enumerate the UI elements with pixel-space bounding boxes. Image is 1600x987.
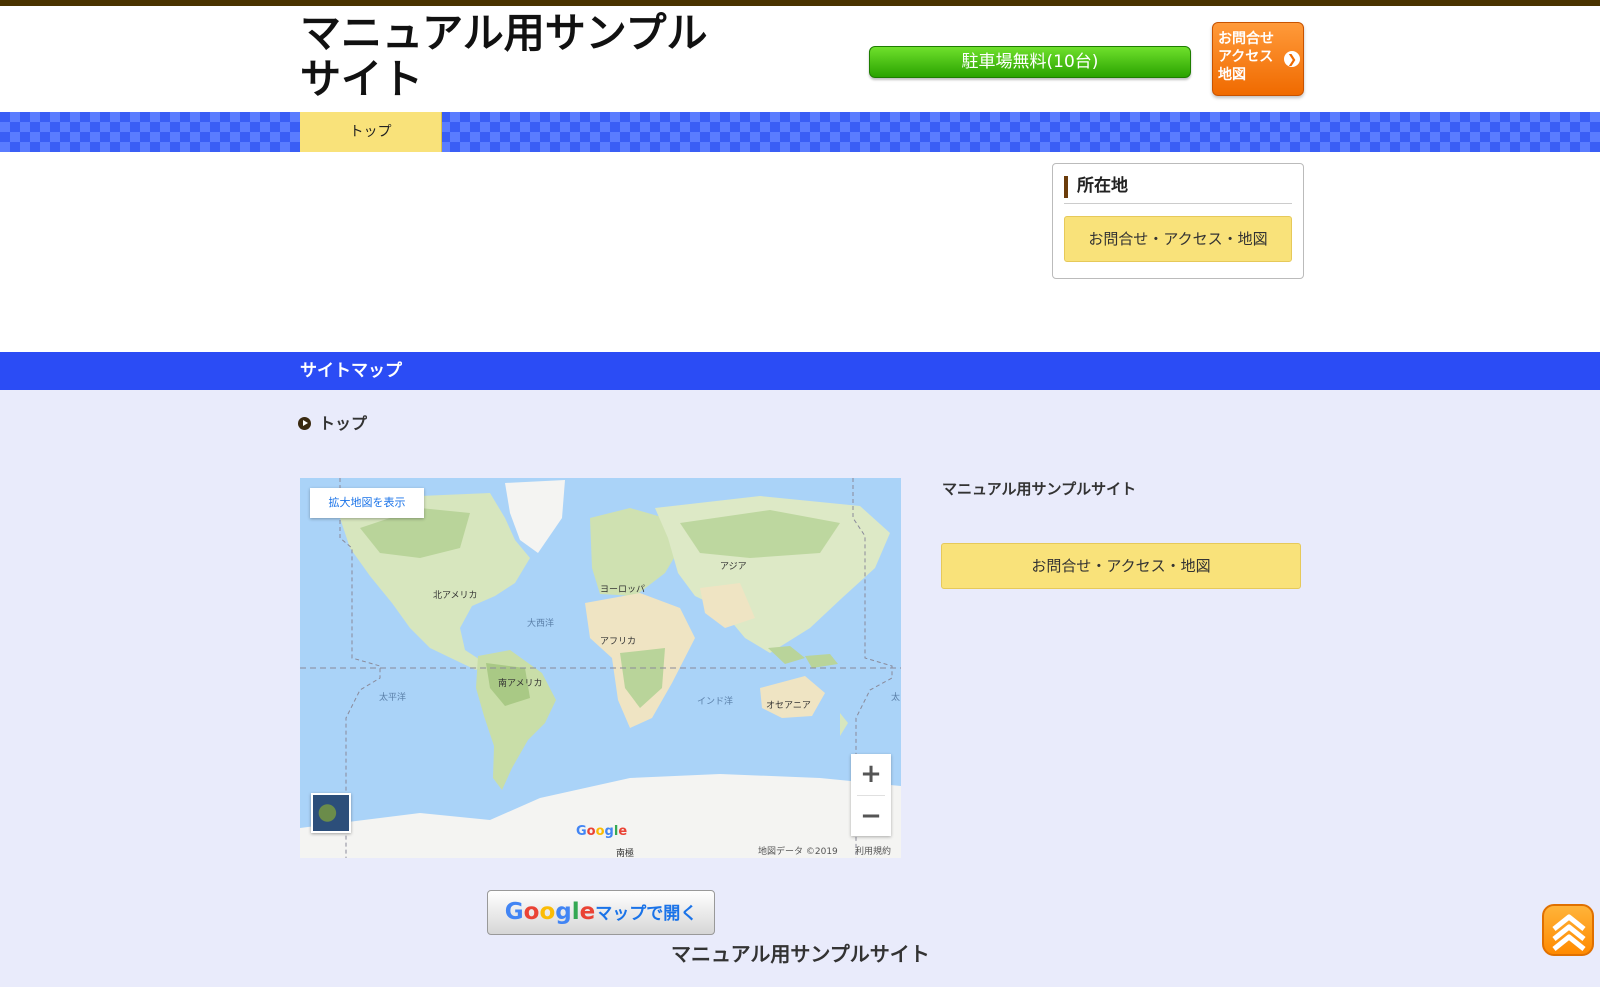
footer-site-name: マニュアル用サンプルサイト [942,480,1137,498]
top-border [0,0,1600,6]
world-map-graphic [300,478,901,858]
map-label-indian: インド洋 [697,697,734,707]
google-logo-text: Google [576,824,628,839]
map-label-africa: アフリカ [600,637,637,647]
map-label-south-america: 南アメリカ [498,679,543,689]
sitemap-title: サイトマップ [300,361,402,381]
sidebar-contact-link[interactable]: お問合せ・アクセス・地図 [1064,216,1292,262]
map-label-pacific-edge: 太 [891,693,901,703]
zoom-out-button[interactable]: − [851,796,891,836]
map-label-north-america: 北アメリカ [433,591,478,601]
page-top-button[interactable] [1542,904,1594,956]
map-label-atlantic: 大西洋 [527,619,555,629]
map-terms-link[interactable]: 利用規約 [855,844,891,857]
contact-line-1: お問合せ [1218,31,1274,47]
sidebar-location-box: 所在地 お問合せ・アクセス・地図 [1052,163,1304,279]
chevron-right-icon: ❯ [1284,51,1300,67]
heading-accent-bar [1064,176,1068,198]
open-google-maps-button[interactable]: Googleマップで開く [487,890,715,935]
google-map[interactable]: 北アメリカ 南アメリカ ヨーロッパ アジア アフリカ オセアニア 大西洋 太平洋… [300,478,901,858]
map-label-asia: アジア [720,562,747,572]
nav-item-top[interactable]: トップ [300,112,442,152]
contact-line-3: 地図 [1218,67,1246,83]
sitemap-link-top-label: トップ [319,414,368,433]
satellite-toggle[interactable] [311,793,351,833]
sitemap-bar: サイトマップ [0,352,1600,390]
footer-contact-link[interactable]: お問合せ・アクセス・地図 [941,543,1301,589]
map-label-antarctica: 南極 [616,849,635,858]
play-circle-icon [298,417,311,430]
map-label-oceania: オセアニア [766,701,811,711]
contact-access-map-button[interactable]: お問合せ アクセス 地図 ❯ [1212,22,1304,96]
global-nav: トップ [0,112,1600,152]
open-map-label: マップで開く [595,904,698,924]
sidebar-heading: 所在地 [1064,174,1292,204]
google-logo: Google [576,824,627,839]
map-label-pacific: 太平洋 [379,693,407,703]
map-label-europe: ヨーロッパ [600,585,646,595]
double-chevron-up-icon [1552,914,1586,951]
map-zoom-control: + − [851,754,891,836]
site-title[interactable]: マニュアル用サンプルサイト [300,10,720,102]
sidebar-heading-text: 所在地 [1077,176,1128,196]
copyright-text: マニュアル用サンプルサイト [671,942,930,966]
map-enlarge-link[interactable]: 拡大地図を表示 [310,488,424,518]
zoom-in-button[interactable]: + [851,754,891,794]
map-attribution: 地図データ ©2019 [758,847,838,857]
google-brand-text: Google [504,899,596,925]
parking-button[interactable]: 駐車場無料(10台) [869,46,1191,78]
